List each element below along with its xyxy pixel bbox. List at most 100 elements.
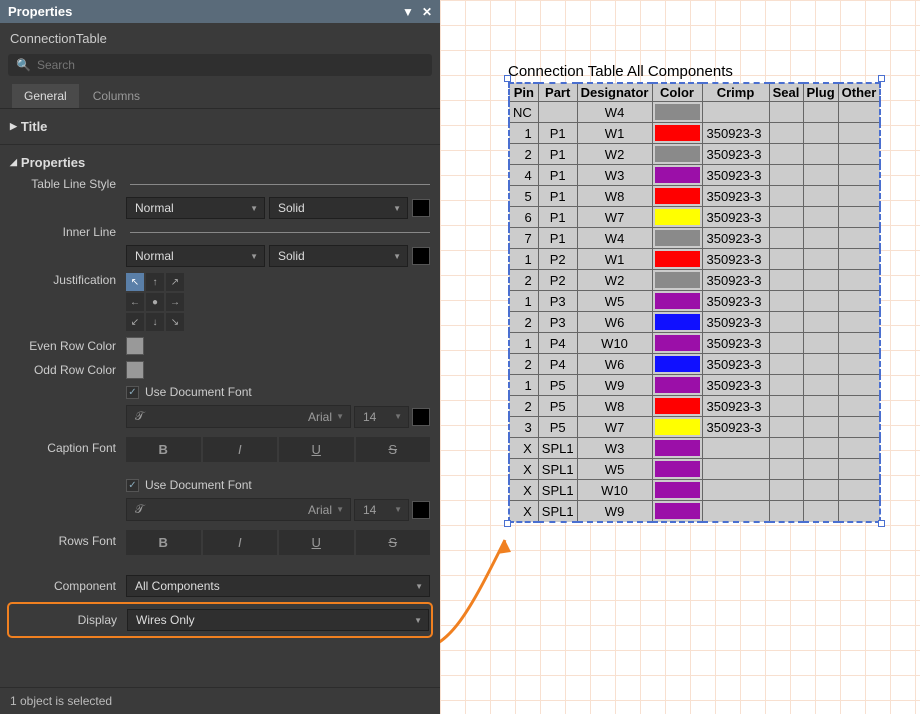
connection-table-object[interactable]: Connection Table All Components PinPartD… (508, 63, 881, 523)
table-row[interactable]: 3P5W7350923-3 (509, 417, 880, 438)
table-row[interactable]: XSPL1W5 (509, 459, 880, 480)
table-row[interactable]: 1P3W5350923-3 (509, 291, 880, 312)
btn-caption-italic[interactable]: I (203, 437, 278, 462)
dropdown-caption-font-family[interactable]: 𝒯Arial (126, 405, 351, 428)
justify-top-center[interactable]: ↑ (146, 273, 164, 291)
table-cell: W4 (577, 228, 652, 249)
tab-columns[interactable]: Columns (81, 84, 152, 108)
table-cell: W2 (577, 144, 652, 165)
justify-middle-left[interactable]: ← (126, 293, 144, 311)
btn-caption-strike[interactable]: S (356, 437, 431, 462)
connection-table[interactable]: PinPartDesignatorColorCrimpSealPlugOther… (508, 82, 881, 523)
panel-header[interactable]: Properties ▼ ✕ (0, 0, 440, 23)
table-cell (769, 123, 803, 144)
table-cell: SPL1 (538, 501, 577, 523)
table-row[interactable]: 6P1W7350923-3 (509, 207, 880, 228)
table-cell: W9 (577, 501, 652, 523)
table-cell-color (652, 291, 702, 312)
caption-font-color[interactable] (412, 408, 430, 426)
table-row[interactable]: XSPL1W10 (509, 480, 880, 501)
table-cell: 2 (509, 312, 538, 333)
table-cell (803, 396, 838, 417)
justify-middle-center[interactable]: ● (146, 293, 164, 311)
table-cell (769, 186, 803, 207)
dropdown-value: Solid (278, 201, 305, 215)
checkbox-use-document-font-rows[interactable]: ✓ (126, 479, 139, 492)
section-properties-header[interactable]: ◢ Properties (10, 151, 430, 174)
table-row[interactable]: 7P1W4350923-3 (509, 228, 880, 249)
justify-bottom-right[interactable]: ↘ (166, 313, 184, 331)
table-row[interactable]: 1P2W1350923-3 (509, 249, 880, 270)
justify-bottom-center[interactable]: ↓ (146, 313, 164, 331)
close-icon[interactable]: ✕ (422, 5, 432, 19)
table-cell (838, 312, 880, 333)
btn-rows-underline[interactable]: U (279, 530, 354, 555)
dropdown-line-style-outer[interactable]: Solid (269, 197, 408, 219)
line-color-inner[interactable] (412, 247, 430, 265)
table-cell: 350923-3 (702, 270, 769, 291)
table-row[interactable]: XSPL1W3 (509, 438, 880, 459)
justify-middle-right[interactable]: → (166, 293, 184, 311)
checkbox-use-document-font-caption[interactable]: ✓ (126, 386, 139, 399)
table-cell: W6 (577, 354, 652, 375)
table-row[interactable]: 2P1W2350923-3 (509, 144, 880, 165)
dropdown-rows-font-size[interactable]: 14 (354, 499, 409, 521)
dropdown-line-weight-inner[interactable]: Normal (126, 245, 265, 267)
table-row[interactable]: 2P4W6350923-3 (509, 354, 880, 375)
table-cell (769, 291, 803, 312)
table-row[interactable]: 1P4W10350923-3 (509, 333, 880, 354)
odd-row-color-swatch[interactable] (126, 361, 144, 379)
table-cell-color (652, 249, 702, 270)
search-input[interactable] (37, 58, 424, 72)
table-cell (769, 501, 803, 523)
btn-rows-strike[interactable]: S (356, 530, 431, 555)
table-cell-color (652, 270, 702, 291)
dropdown-line-weight-outer[interactable]: Normal (126, 197, 265, 219)
table-row[interactable]: 2P2W2350923-3 (509, 270, 880, 291)
table-cell (769, 459, 803, 480)
table-cell-color (652, 501, 702, 523)
selection-handle[interactable] (504, 520, 511, 527)
table-cell (838, 207, 880, 228)
rows-font-color[interactable] (412, 501, 430, 519)
even-row-color-swatch[interactable] (126, 337, 144, 355)
search-input-row[interactable]: 🔍 (8, 54, 432, 76)
table-cell (838, 333, 880, 354)
tab-general[interactable]: General (12, 84, 79, 108)
selection-handle[interactable] (878, 75, 885, 82)
dropdown-component[interactable]: All Components (126, 575, 430, 597)
table-cell: 350923-3 (702, 249, 769, 270)
justify-bottom-left[interactable]: ↙ (126, 313, 144, 331)
table-cell: P1 (538, 207, 577, 228)
table-row[interactable]: 2P5W8350923-3 (509, 396, 880, 417)
table-row[interactable]: NCW4 (509, 102, 880, 123)
dropdown-line-style-inner[interactable]: Solid (269, 245, 408, 267)
selection-handle[interactable] (878, 520, 885, 527)
table-row[interactable]: 4P1W3350923-3 (509, 165, 880, 186)
table-row[interactable]: 1P1W1350923-3 (509, 123, 880, 144)
table-row[interactable]: 2P3W6350923-3 (509, 312, 880, 333)
btn-caption-underline[interactable]: U (279, 437, 354, 462)
pin-icon[interactable]: ▼ (402, 5, 414, 19)
dropdown-caption-font-size[interactable]: 14 (354, 406, 409, 428)
table-cell (803, 144, 838, 165)
dropdown-display[interactable]: Wires Only (127, 609, 429, 631)
section-title-header[interactable]: ▶ Title (10, 115, 430, 138)
dropdown-value: Normal (135, 201, 174, 215)
table-cell (702, 501, 769, 523)
table-row[interactable]: 5P1W8350923-3 (509, 186, 880, 207)
selection-handle[interactable] (504, 75, 511, 82)
table-row[interactable]: 1P5W9350923-3 (509, 375, 880, 396)
table-cell: X (509, 438, 538, 459)
btn-rows-italic[interactable]: I (203, 530, 278, 555)
table-cell: 350923-3 (702, 123, 769, 144)
justify-top-right[interactable]: ↗ (166, 273, 184, 291)
label-inner-line: Inner Line (10, 225, 120, 239)
justify-top-left[interactable]: ↖ (126, 273, 144, 291)
line-color-outer[interactable] (412, 199, 430, 217)
btn-caption-bold[interactable]: B (126, 437, 201, 462)
dropdown-rows-font-family[interactable]: 𝒯Arial (126, 498, 351, 521)
table-row[interactable]: XSPL1W9 (509, 501, 880, 523)
table-cell: 3 (509, 417, 538, 438)
btn-rows-bold[interactable]: B (126, 530, 201, 555)
